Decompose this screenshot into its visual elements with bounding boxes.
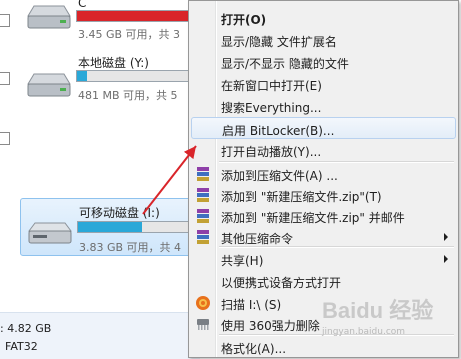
menu-item-other-compress[interactable]: 其他压缩命令 — [191, 226, 456, 248]
drive-name: C — [78, 0, 87, 10]
menu-item-label: 启用 BitLocker(B)... — [222, 124, 335, 138]
hard-drive-icon — [27, 5, 71, 29]
drive-item-removable[interactable]: 可移动磁盘 (I:) 3.83 GB 可用，共 4 — [20, 198, 207, 256]
watermark-text: Baidu 经验 — [322, 298, 433, 323]
menu-item-add-to-archive[interactable]: 添加到压缩文件(A) ... — [191, 163, 456, 185]
baidu-watermark: Baidu 经验 — [322, 294, 452, 329]
shredder-icon — [197, 319, 209, 330]
menu-item-open-new-window[interactable]: 在新窗口中打开(E) — [191, 73, 456, 95]
menu-item-label: 使用 360强力删除 — [221, 319, 320, 333]
menu-item-label: 显示/不显示 隐藏的文件 — [221, 57, 349, 71]
menu-item-label: 添加到压缩文件(A) ... — [221, 169, 338, 183]
menu-item-autoplay[interactable]: 打开自动播放(Y)... — [191, 139, 456, 161]
watermark-url: jingyan.baidu.com — [322, 327, 406, 337]
menu-item-label: 在新窗口中打开(E) — [221, 79, 322, 93]
winrar-icon — [197, 167, 209, 181]
drive-list-pane: C 3.45 GB 可用，共 3 本地磁盘 (Y:) 481 MB 可用，共 5… — [0, 0, 207, 359]
menu-item-bitlocker[interactable]: 启用 BitLocker(B)... — [191, 117, 456, 139]
submenu-arrow-icon — [444, 233, 448, 241]
menu-item-add-to-zip[interactable]: 添加到 "新建压缩文件.zip"(T) — [191, 184, 456, 206]
drive-checkbox-y[interactable] — [0, 72, 10, 85]
menu-item-search-everything[interactable]: 搜索Everything... — [191, 95, 456, 117]
menu-item-label: 显示/隐藏 文件扩展名 — [221, 35, 337, 49]
menu-item-open-as-portable[interactable]: 以便携式设备方式打开 — [191, 270, 456, 292]
drive-name: 本地磁盘 (Y:) — [78, 56, 149, 70]
drive-free-space: 3.45 GB 可用，共 3 — [78, 28, 181, 41]
menu-item-open[interactable]: 打开(O) — [191, 7, 456, 29]
menu-item-label: 共享(H) — [221, 254, 264, 268]
menu-item-label: 其他压缩命令 — [221, 232, 294, 246]
menu-item-add-to-zip-email[interactable]: 添加到 "新建压缩文件.zip" 并邮件 — [191, 205, 456, 227]
details-pane: : 4.82 GB FAT32 — [0, 312, 200, 359]
menu-item-label: 打开(O) — [221, 13, 267, 27]
drive-usage-fill — [78, 222, 142, 232]
menu-item-label: 以便携式设备方式打开 — [221, 276, 342, 290]
drive-usage-fill — [77, 71, 88, 81]
winrar-icon — [197, 230, 209, 244]
removable-drive-icon — [28, 222, 72, 244]
winrar-icon — [197, 209, 209, 223]
drive-checkbox-c[interactable] — [0, 14, 10, 27]
drive-usage-bar — [76, 10, 206, 22]
drive-usage-bar — [76, 70, 206, 82]
menu-item-share[interactable]: 共享(H) — [191, 248, 456, 270]
menu-item-label: 扫描 I:\ (S) — [221, 298, 282, 312]
drive-checkbox-removable[interactable] — [0, 132, 10, 145]
drive-name: 可移动磁盘 (I:) — [79, 206, 160, 220]
drive-item-y[interactable]: 本地磁盘 (Y:) 481 MB 可用，共 5 — [20, 52, 206, 104]
menu-item-label: 添加到 "新建压缩文件.zip" 并邮件 — [221, 211, 405, 225]
submenu-arrow-icon — [444, 255, 448, 263]
drive-free-space: 3.83 GB 可用，共 4 — [79, 241, 182, 254]
winrar-icon — [197, 188, 209, 202]
drive-usage-fill — [77, 11, 199, 21]
menu-item-label: 格式化(A)... — [221, 342, 287, 356]
menu-item-label: 打开自动播放(Y)... — [221, 145, 322, 159]
menu-item-format[interactable]: 格式化(A)... — [191, 336, 456, 358]
menu-item-toggle-extensions[interactable]: 显示/隐藏 文件扩展名 — [191, 29, 456, 51]
baidu-logo-icon: Baidu 经验 — [322, 298, 433, 323]
total-size-value: : 4.82 GB — [0, 322, 52, 335]
menu-item-toggle-hidden[interactable]: 显示/不显示 隐藏的文件 — [191, 51, 456, 73]
hard-drive-icon — [27, 73, 71, 97]
menu-item-label: 添加到 "新建压缩文件.zip"(T) — [221, 190, 382, 204]
drive-free-space: 481 MB 可用，共 5 — [78, 89, 178, 102]
antivirus-icon — [196, 296, 210, 310]
menu-item-label: 搜索Everything... — [221, 101, 322, 115]
drive-item-c[interactable]: C 3.45 GB 可用，共 3 — [20, 0, 206, 41]
filesystem-value: FAT32 — [5, 340, 38, 353]
